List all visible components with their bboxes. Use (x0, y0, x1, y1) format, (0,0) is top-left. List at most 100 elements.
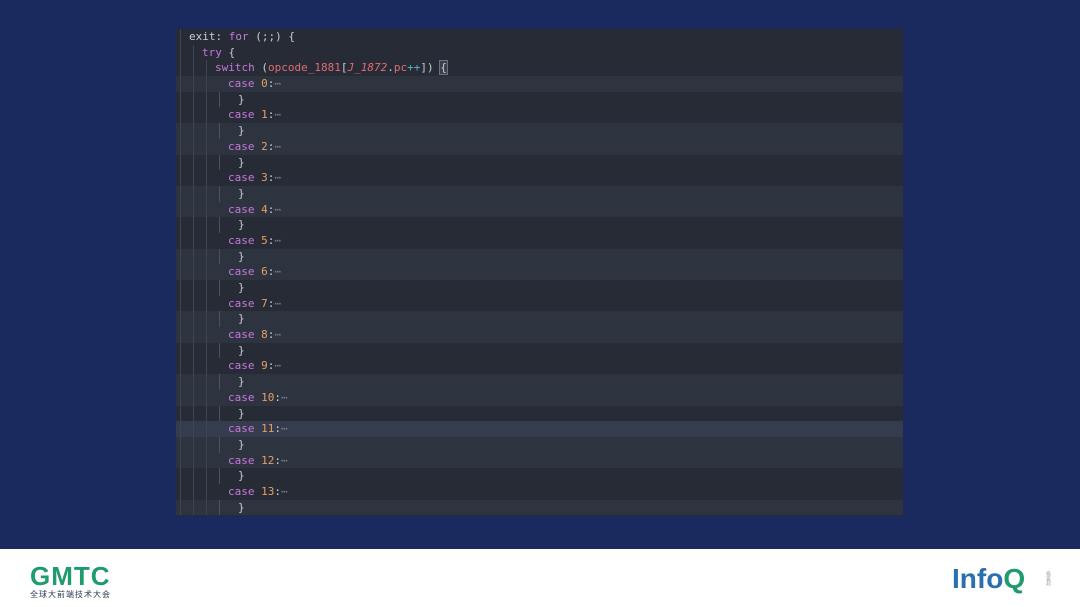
closing-brace: } (238, 469, 245, 483)
indent-guide (206, 107, 207, 124)
indent-guide (180, 311, 181, 328)
code-line-case[interactable]: case 2:⋯ (176, 138, 903, 155)
keyword-case: case (228, 139, 255, 153)
keyword-case: case (228, 484, 255, 498)
indent-guide (180, 264, 181, 280)
case-colon: : (274, 453, 281, 467)
code-line-case[interactable]: case 8:⋯ (176, 327, 903, 343)
case-number: 10 (261, 390, 275, 404)
indent-guide (180, 138, 181, 155)
indent-guide (180, 60, 181, 77)
code-line-case[interactable]: case 10:⋯ (176, 389, 903, 406)
fold-marker-icon[interactable]: ⋯ (281, 485, 288, 498)
indent-guide (206, 232, 207, 249)
code-line-switch: switch (opcode_1881[J_1872.pc++]) { (176, 60, 903, 77)
j-variable: J_1872 (347, 61, 388, 75)
code-line-case-close: } (176, 311, 903, 328)
indent-guide (219, 217, 220, 233)
code-editor[interactable]: exit: for (;;) { try { switch (opcode_18… (176, 29, 903, 516)
indent-guide (193, 107, 194, 124)
code-line-case[interactable]: case 7:⋯ (176, 295, 903, 312)
code-line-case[interactable]: case 5:⋯ (176, 232, 903, 249)
fold-marker-icon[interactable]: ⋯ (274, 108, 281, 121)
indent-guide (180, 185, 181, 202)
code-line-try: try { (176, 44, 903, 61)
indent-guide (219, 436, 220, 453)
indent-guide (206, 436, 207, 453)
code-line-case[interactable]: case 11:⋯ (176, 421, 903, 437)
infoq-logo: InfoQ 极客邦 (952, 562, 1052, 598)
indent-guide (193, 76, 194, 92)
try-rest: { (221, 45, 236, 59)
indent-guide (206, 185, 207, 202)
opcode-variable: opcode_1881 (268, 61, 341, 75)
keyword-case: case (228, 233, 255, 247)
indent-guide (219, 123, 220, 139)
code-line-case[interactable]: case 6:⋯ (176, 264, 903, 280)
indent-guide (219, 342, 220, 359)
indent-guide (219, 248, 220, 265)
indent-guide (219, 154, 220, 171)
indent-guide (206, 452, 207, 469)
code-line-case[interactable]: case 1:⋯ (176, 107, 903, 124)
code-line-case-close: } (176, 374, 903, 390)
case-number: 2 (261, 139, 268, 153)
keyword-switch: switch (215, 61, 255, 75)
keyword-case: case (228, 422, 255, 436)
fold-marker-icon[interactable]: ⋯ (274, 359, 281, 372)
indent-guide (193, 499, 194, 516)
code-line-case[interactable]: case 9:⋯ (176, 358, 903, 375)
keyword-case: case (228, 108, 255, 122)
indent-guide (180, 295, 181, 312)
case-number: 1 (261, 108, 268, 122)
fold-marker-icon[interactable]: ⋯ (274, 328, 281, 341)
indent-guide (193, 389, 194, 406)
code-line-case[interactable]: case 12:⋯ (176, 452, 903, 469)
keyword-try: try (202, 45, 222, 59)
indent-guide (206, 123, 207, 139)
indent-guide (180, 405, 181, 422)
closing-brace: } (238, 218, 245, 232)
fold-marker-icon[interactable]: ⋯ (281, 391, 288, 404)
fold-marker-icon[interactable]: ⋯ (274, 234, 281, 247)
code-line-case-close: } (176, 405, 903, 422)
gmtc-wordmark: GMTC (30, 561, 111, 591)
case-number: 4 (261, 202, 268, 216)
fold-marker-icon[interactable]: ⋯ (274, 297, 281, 310)
indent-guide (180, 327, 181, 343)
case-number: 9 (261, 359, 268, 373)
indent-guide (206, 499, 207, 516)
code-line-case-close: } (176, 185, 903, 202)
fold-marker-icon[interactable]: ⋯ (274, 140, 281, 153)
footer-bar: GMTC 全球大前端技术大会 InfoQ 极客邦 (0, 549, 1080, 607)
indent-guide (206, 295, 207, 312)
fold-marker-icon[interactable]: ⋯ (274, 77, 281, 90)
closing-brace: } (238, 124, 245, 138)
indent-guide (180, 452, 181, 469)
fold-marker-icon[interactable]: ⋯ (274, 203, 281, 216)
code-line-case[interactable]: case 4:⋯ (176, 201, 903, 218)
fold-marker-icon[interactable]: ⋯ (281, 454, 288, 467)
case-number: 6 (261, 265, 268, 279)
indent-guide (193, 358, 194, 375)
indent-guide (206, 217, 207, 233)
indent-guide (206, 201, 207, 218)
case-colon: : (274, 422, 281, 436)
code-line-case[interactable]: case 0:⋯ (176, 76, 903, 92)
fold-marker-icon[interactable]: ⋯ (274, 265, 281, 278)
for-rest: (;;) { (248, 30, 295, 43)
indent-guide (193, 452, 194, 469)
indent-guide (180, 76, 181, 92)
code-line-case[interactable]: case 13:⋯ (176, 483, 903, 500)
infoq-wordmark-q: Q (1003, 563, 1026, 594)
indent-guide (219, 185, 220, 202)
indent-guide (219, 91, 220, 108)
code-line-case[interactable]: case 3:⋯ (176, 170, 903, 186)
fold-marker-icon[interactable]: ⋯ (274, 171, 281, 184)
indent-guide (193, 60, 194, 77)
switch-paren: ( (254, 61, 268, 75)
indent-guide (180, 280, 181, 296)
fold-marker-icon[interactable]: ⋯ (281, 422, 288, 435)
closing-brace: } (238, 155, 245, 169)
closing-brace: } (238, 281, 245, 294)
